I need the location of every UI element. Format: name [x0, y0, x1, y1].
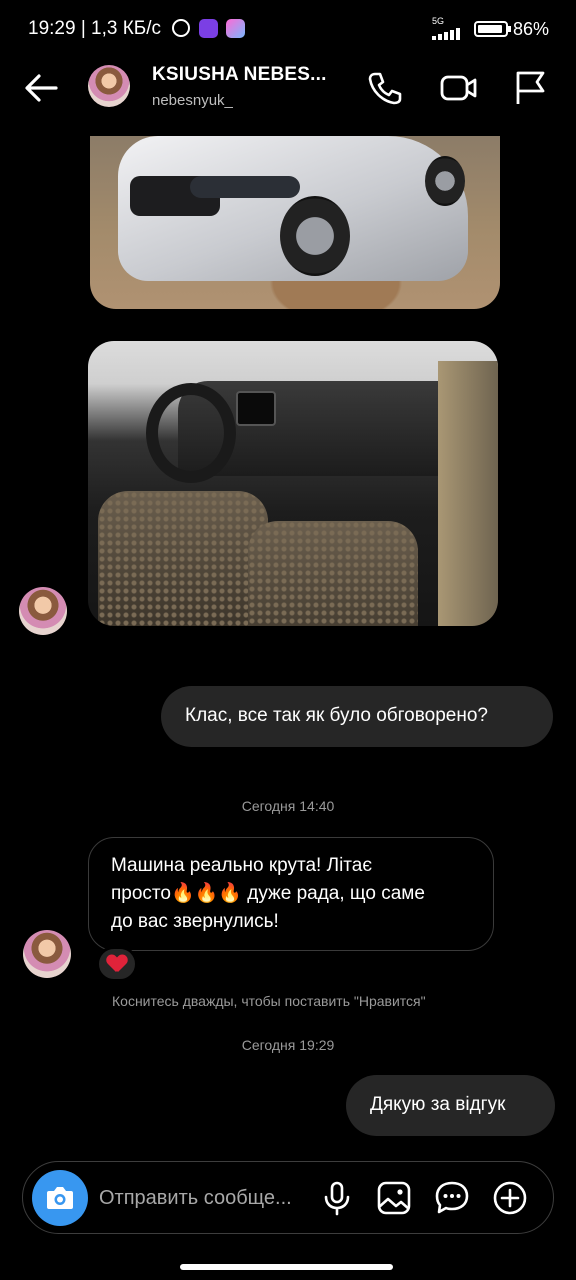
contact-handle[interactable]: nebesnyuk_	[152, 92, 233, 109]
sender-avatar[interactable]	[19, 587, 67, 635]
timestamp-separator: Сегодня 19:29	[241, 1037, 335, 1053]
car-door	[438, 361, 498, 626]
alarm-icon	[172, 19, 190, 37]
phone-icon[interactable]	[364, 68, 404, 108]
microphone-icon[interactable]	[318, 1179, 356, 1217]
gallery-icon[interactable]	[375, 1179, 413, 1217]
reaction-badge[interactable]	[96, 946, 138, 982]
message-image-car-interior[interactable]	[88, 341, 498, 626]
camera-button[interactable]	[32, 1170, 88, 1226]
car-headlight	[190, 176, 300, 198]
car-seat-passenger	[248, 521, 418, 626]
sticker-icon[interactable]	[433, 1179, 471, 1217]
sender-avatar[interactable]	[23, 930, 71, 978]
battery-icon	[474, 21, 511, 37]
status-time: 19:29 | 1,3 КБ/с	[28, 18, 162, 39]
flag-icon[interactable]	[510, 68, 550, 108]
app-notification-icon	[199, 19, 218, 38]
home-indicator[interactable]	[180, 1264, 393, 1270]
message-line: Машина реально крута! Літає	[111, 855, 373, 876]
heart-icon	[107, 955, 127, 973]
signal-icon	[432, 28, 466, 40]
network-type: 5G	[432, 16, 445, 26]
car-infotainment-screen	[236, 391, 276, 426]
message-line: до вас звернулись!	[111, 911, 279, 932]
back-arrow-icon[interactable]	[22, 70, 60, 106]
message-image-car-exterior[interactable]	[90, 136, 500, 309]
avatar[interactable]	[88, 65, 130, 107]
plus-icon[interactable]	[491, 1179, 529, 1217]
message-outgoing[interactable]: Дякую за відгук	[346, 1075, 555, 1136]
message-composer: Отправить сообще...	[22, 1161, 554, 1234]
timestamp-separator: Сегодня 14:40	[241, 798, 335, 814]
camera-icon	[47, 1187, 73, 1209]
message-input[interactable]: Отправить сообще...	[99, 1187, 292, 1210]
app-notification-icon-2	[226, 19, 245, 38]
video-camera-icon[interactable]	[438, 68, 478, 108]
car-wheel-rear	[425, 156, 465, 206]
battery-percent: 86%	[513, 19, 550, 39]
message-line: просто🔥🔥🔥 дуже рада, що саме	[111, 883, 425, 904]
status-bar: 19:29 | 1,3 КБ/с 5G 86%	[0, 0, 576, 58]
car-wheel	[280, 196, 350, 276]
car-seat	[98, 491, 268, 626]
steering-wheel	[146, 383, 236, 483]
message-incoming[interactable]: Машина реально крута! Літає просто🔥🔥🔥 ду…	[88, 837, 494, 951]
chat-header: KSIUSHA NEBES... nebesnyuk_	[0, 58, 576, 120]
double-tap-hint: Коснитесь дважды, чтобы поставить "Нрави…	[112, 993, 426, 1009]
message-outgoing[interactable]: Клас, все так як було обговорено?	[161, 686, 553, 747]
contact-name[interactable]: KSIUSHA NEBES...	[152, 64, 327, 86]
